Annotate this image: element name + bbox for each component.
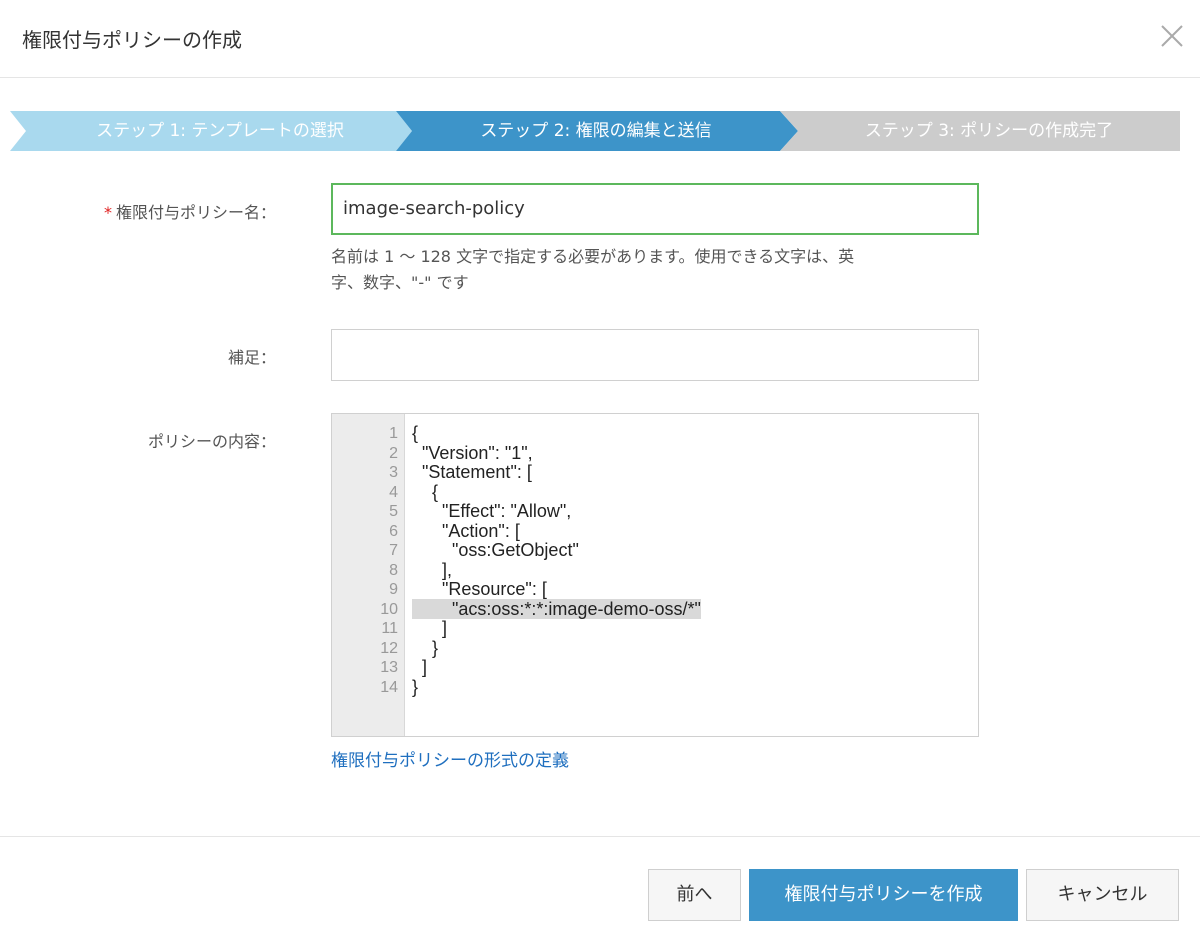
step-2-label: ステップ 2: 権限の編集と送信 (480, 121, 712, 141)
policy-name-help-line-2: 字、数字、"-" です (331, 273, 469, 292)
code-line: "Statement": [ (412, 462, 532, 482)
line-number: 10 (380, 600, 398, 618)
code-line: "Version": "1", (412, 442, 533, 463)
footer-divider (0, 836, 1200, 837)
line-number: 13 (380, 659, 398, 676)
policy-content-label: ポリシーの内容： (147, 432, 276, 451)
line-number: 4 (389, 483, 398, 501)
policy-name-help-line-1: 名前は 1 〜 128 文字で指定する必要があります。使用できる文字は、英 (331, 247, 855, 266)
policy-format-link[interactable]: 権限付与ポリシーの形式の定義 (331, 746, 569, 771)
line-number: 8 (389, 561, 398, 579)
line-number: 14 (380, 678, 398, 696)
note-input[interactable] (331, 329, 979, 381)
policy-name-label-text: 権限付与ポリシー名： (115, 203, 276, 222)
step-3-label: ステップ 3: ポリシーの作成完了 (864, 121, 1114, 141)
back-button[interactable]: 前へ (648, 869, 741, 921)
line-number: 5 (389, 503, 398, 520)
line-number: 2 (389, 444, 398, 462)
policy-name-help: 名前は 1 〜 128 文字で指定する必要があります。使用できる文字は、英 字、… (331, 244, 981, 296)
code-line: { (412, 481, 439, 502)
line-number: 12 (380, 639, 398, 657)
code-line: "Resource": [ (412, 579, 547, 599)
required-mark: * (103, 203, 112, 222)
cancel-button[interactable]: キャンセル (1026, 869, 1179, 921)
policy-name-input[interactable]: image-search-policy (331, 183, 979, 235)
dialog-header: 権限付与ポリシーの作成 (0, 0, 1200, 78)
line-number: 11 (381, 620, 398, 637)
code-line: ], (412, 559, 453, 580)
dialog-title: 権限付与ポリシーの作成 (22, 28, 242, 52)
step-1-label: ステップ 1: テンプレートの選択 (96, 121, 344, 141)
code-line: "Effect": "Allow", (412, 501, 572, 521)
line-number: 7 (389, 542, 398, 559)
code-line: } (412, 676, 419, 697)
code-line: ] (412, 657, 428, 677)
code-line: "oss:GetObject" (412, 540, 579, 560)
code-line: ] (412, 618, 448, 638)
line-number: 1 (389, 425, 398, 442)
policy-name-label: * 権限付与ポリシー名： (60, 199, 276, 223)
note-label: 補足： (227, 348, 276, 367)
highlighted-code: "acs:oss:*:*:image-demo-oss/*" (412, 598, 701, 619)
code-line: } (412, 637, 439, 658)
policy-editor[interactable]: 1 2 3 4 5 6 7 8 9 10 11 12 13 14 { "Version": "1", "S… (331, 413, 979, 737)
line-number: 9 (389, 581, 398, 598)
step-indicator: ステップ 1: テンプレートの選択 ステップ 2: 権限の編集と送信 ステップ … (10, 111, 1180, 151)
code-line: "acs:oss:*:*:image-demo-oss/*" (412, 598, 701, 620)
line-number: 3 (389, 464, 398, 481)
code-line: { (412, 423, 419, 443)
create-policy-button[interactable]: 権限付与ポリシーを作成 (749, 869, 1018, 921)
line-number: 6 (389, 522, 398, 540)
close-icon[interactable] (1156, 20, 1188, 52)
code-line: "Action": [ (412, 520, 520, 541)
